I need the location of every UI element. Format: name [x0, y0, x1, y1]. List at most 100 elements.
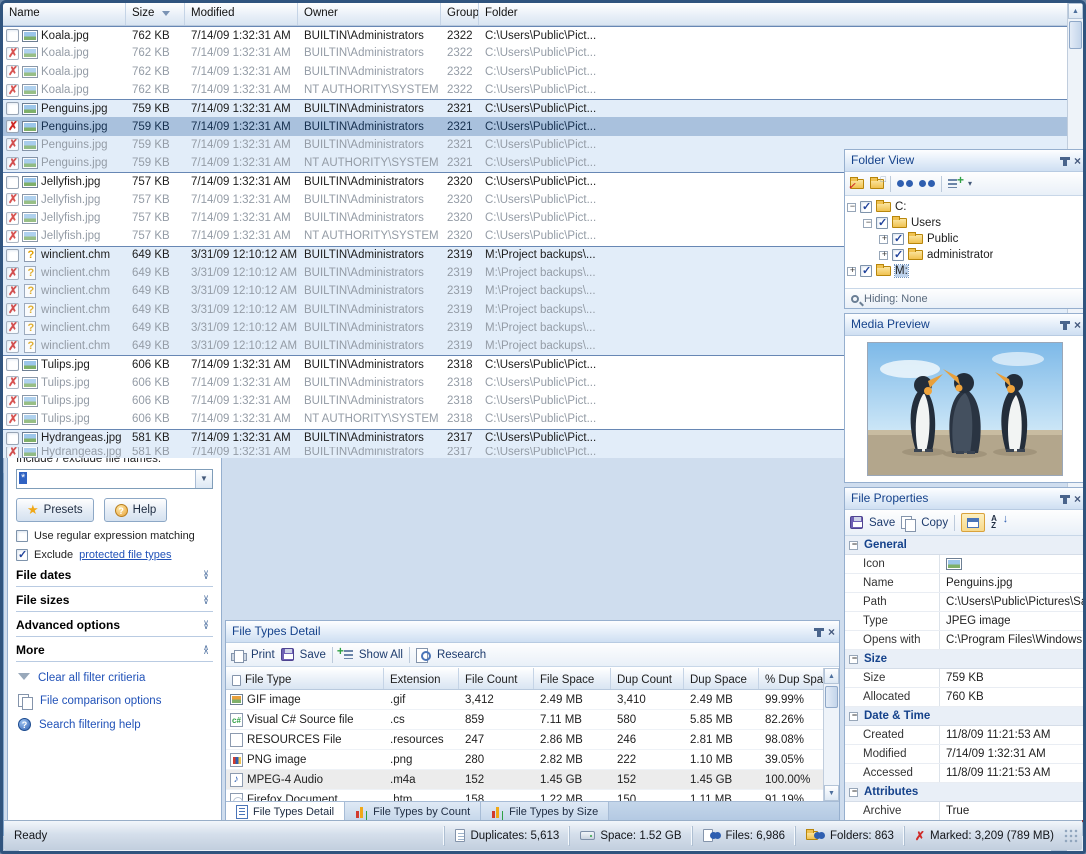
- property-row[interactable]: TypeJPEG image: [845, 612, 1085, 631]
- pin-icon[interactable]: [817, 628, 821, 637]
- tree-node[interactable]: Public: [847, 231, 1083, 247]
- column-dup-space[interactable]: Dup Space: [684, 668, 759, 689]
- file-type-row[interactable]: GIF image .gif 3,412 2.49 MB 3,410 2.49 …: [226, 690, 823, 710]
- expand-toggle[interactable]: [879, 251, 888, 260]
- section-size[interactable]: Size: [845, 650, 1085, 669]
- mark-checkbox[interactable]: [6, 267, 19, 280]
- property-row[interactable]: Accessed11/8/09 11:21:53 AM: [845, 764, 1085, 783]
- tree-node[interactable]: M:: [847, 263, 1083, 279]
- scroll-down-icon[interactable]: ▼: [824, 785, 839, 801]
- property-row[interactable]: NamePenguins.jpg: [845, 574, 1085, 593]
- copy-label[interactable]: Copy: [921, 517, 948, 529]
- research-label[interactable]: Research: [437, 649, 486, 661]
- column-extension[interactable]: Extension: [384, 668, 459, 689]
- column-size[interactable]: Size: [126, 3, 185, 25]
- column-pct-dup-space[interactable]: % Dup Spa...: [759, 668, 823, 689]
- column-file-type[interactable]: File Type: [226, 668, 384, 689]
- pin-icon[interactable]: [1063, 495, 1067, 504]
- expand-toggle[interactable]: [879, 235, 888, 244]
- column-owner[interactable]: Owner: [298, 3, 441, 25]
- mark-checkbox[interactable]: [6, 84, 19, 97]
- save-icon[interactable]: [850, 516, 863, 529]
- result-row[interactable]: Koala.jpg 762 KB 7/14/09 1:32:31 AM NT A…: [3, 81, 1067, 99]
- tree-node[interactable]: Users: [847, 215, 1083, 231]
- file-type-row[interactable]: Visual C# Source file .cs 859 7.11 MB 58…: [226, 710, 823, 730]
- mark-checkbox[interactable]: [6, 230, 19, 243]
- find-previous-icon[interactable]: [919, 179, 935, 189]
- folder-checkbox[interactable]: [892, 233, 904, 245]
- scroll-thumb[interactable]: [1069, 21, 1082, 49]
- collapse-icon[interactable]: [849, 712, 858, 721]
- property-row[interactable]: ArchiveTrue: [845, 802, 1085, 820]
- collapse-icon[interactable]: [849, 788, 858, 797]
- column-file-count[interactable]: File Count: [459, 668, 534, 689]
- show-all-label[interactable]: Show All: [359, 649, 403, 661]
- tab-file-types-detail[interactable]: File Types Detail: [226, 802, 345, 822]
- mark-checkbox[interactable]: [6, 321, 19, 334]
- expand-toggle[interactable]: [863, 219, 872, 228]
- mark-checkbox[interactable]: [6, 432, 19, 445]
- result-row[interactable]: Koala.jpg 762 KB 7/14/09 1:32:31 AM BUIL…: [3, 26, 1067, 44]
- mark-checkbox[interactable]: [6, 47, 19, 60]
- mark-checkbox[interactable]: [6, 303, 19, 316]
- property-row[interactable]: Icon: [845, 555, 1085, 574]
- pin-icon[interactable]: [1063, 321, 1067, 330]
- tab-file-types-by-size[interactable]: File Types by Size: [481, 802, 609, 822]
- collapse-icon[interactable]: [849, 541, 858, 550]
- result-row[interactable]: Penguins.jpg 759 KB 7/14/09 1:32:31 AM B…: [3, 117, 1067, 135]
- resize-grip[interactable]: [1064, 829, 1078, 843]
- column-dup-count[interactable]: Dup Count: [611, 668, 684, 689]
- scroll-up-icon[interactable]: ▲: [1068, 3, 1083, 19]
- mark-checkbox[interactable]: [6, 395, 19, 408]
- folder-checkbox[interactable]: [892, 249, 904, 261]
- categorized-view-button[interactable]: [961, 513, 985, 532]
- tree-node[interactable]: administrator: [847, 247, 1083, 263]
- check-folder-icon[interactable]: ✓: [850, 179, 864, 189]
- mark-checkbox[interactable]: [6, 212, 19, 225]
- tab-file-types-by-count[interactable]: File Types by Count: [345, 802, 481, 822]
- copy-icon[interactable]: [901, 516, 915, 530]
- file-type-row[interactable]: RESOURCES File .resources 247 2.86 MB 24…: [226, 730, 823, 750]
- column-group[interactable]: Group: [441, 3, 479, 25]
- close-icon[interactable]: ×: [1074, 319, 1081, 331]
- expand-toggle[interactable]: [847, 203, 856, 212]
- print-icon[interactable]: [231, 650, 245, 662]
- property-row[interactable]: Created11/8/09 11:21:53 AM: [845, 726, 1085, 745]
- result-row[interactable]: Penguins.jpg 759 KB 7/14/09 1:32:31 AM B…: [3, 99, 1067, 117]
- result-row[interactable]: Koala.jpg 762 KB 7/14/09 1:32:31 AM BUIL…: [3, 63, 1067, 81]
- column-file-space[interactable]: File Space: [534, 668, 611, 689]
- property-row[interactable]: Size759 KB: [845, 669, 1085, 688]
- folder-checkbox[interactable]: [860, 265, 872, 277]
- mark-checkbox[interactable]: [6, 340, 19, 353]
- collapse-icon[interactable]: [849, 655, 858, 664]
- folder-checkbox[interactable]: [860, 201, 872, 213]
- mark-checkbox[interactable]: [6, 29, 19, 42]
- print-label[interactable]: Print: [251, 649, 275, 661]
- file-type-row[interactable]: Firefox Document .htm 158 1.22 MB 150 1.…: [226, 790, 823, 801]
- tree-options-icon[interactable]: [948, 177, 962, 190]
- mark-checkbox[interactable]: [6, 376, 19, 389]
- folder-checkbox[interactable]: [876, 217, 888, 229]
- mark-checkbox[interactable]: [6, 120, 19, 133]
- scroll-thumb[interactable]: [825, 686, 838, 708]
- result-row[interactable]: Koala.jpg 762 KB 7/14/09 1:32:31 AM BUIL…: [3, 44, 1067, 62]
- sort-az-icon[interactable]: AZ: [991, 515, 1007, 530]
- property-row[interactable]: PathC:\Users\Public\Pictures\Sam: [845, 593, 1085, 612]
- pin-icon[interactable]: [1063, 157, 1067, 166]
- property-row[interactable]: Allocated760 KB: [845, 688, 1085, 707]
- column-name[interactable]: Name: [3, 3, 126, 25]
- mark-checkbox[interactable]: [6, 102, 19, 115]
- section-general[interactable]: General: [845, 536, 1085, 555]
- mark-checkbox[interactable]: [6, 193, 19, 206]
- file-type-row[interactable]: MPEG-4 Audio .m4a 152 1.45 GB 152 1.45 G…: [226, 770, 823, 790]
- scroll-up-icon[interactable]: ▲: [824, 668, 839, 684]
- mark-checkbox[interactable]: [6, 138, 19, 151]
- mark-checkbox[interactable]: [6, 358, 19, 371]
- section-attributes[interactable]: Attributes: [845, 783, 1085, 802]
- mark-checkbox[interactable]: [6, 65, 19, 78]
- close-icon[interactable]: ×: [828, 626, 835, 638]
- save-label[interactable]: Save: [869, 517, 895, 529]
- property-row[interactable]: Opens withC:\Program Files\Windows P: [845, 631, 1085, 650]
- vertical-scrollbar[interactable]: ▲ ▼: [823, 668, 839, 801]
- section-date-time[interactable]: Date & Time: [845, 707, 1085, 726]
